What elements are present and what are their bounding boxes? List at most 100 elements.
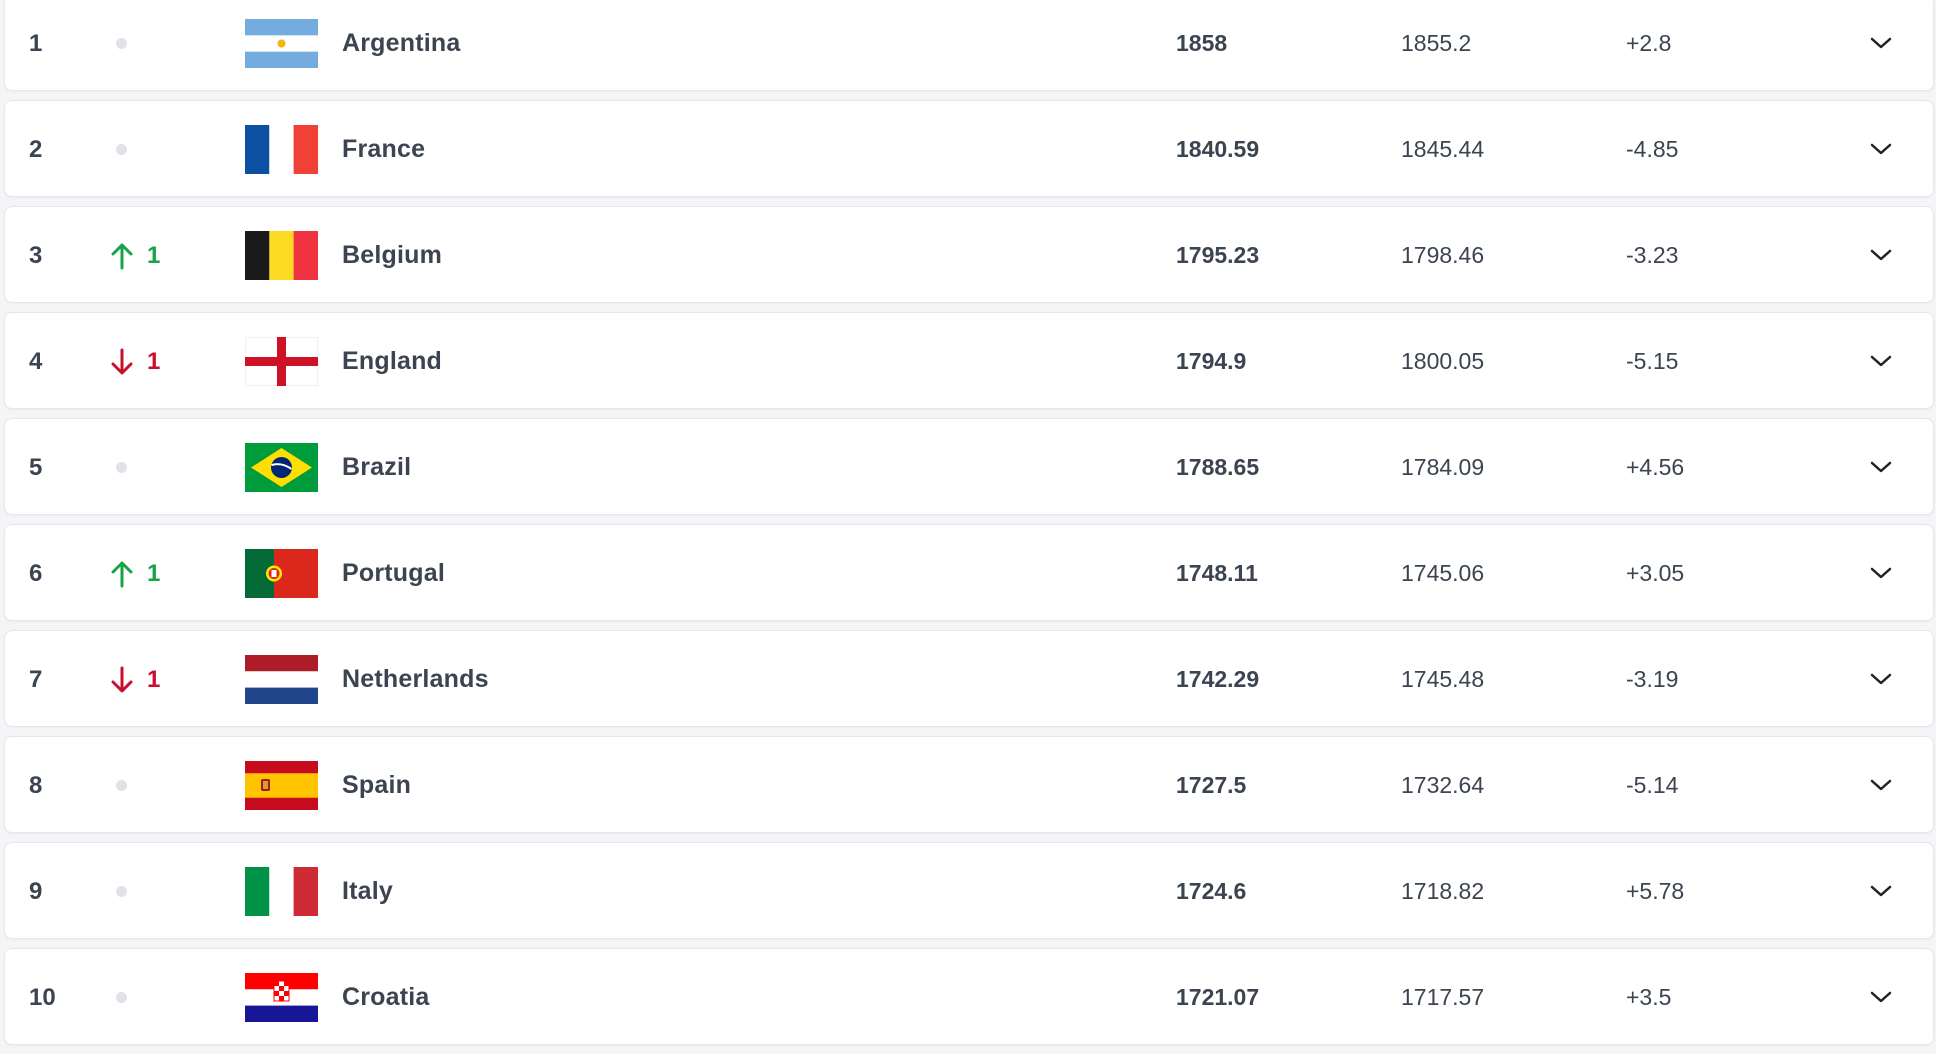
country-name[interactable]: England — [342, 313, 442, 410]
rank-number: 3 — [29, 242, 43, 269]
rank-number: 5 — [29, 454, 43, 481]
arrow-down-icon — [111, 666, 133, 692]
points-change: -4.85 — [1626, 136, 1679, 162]
points-change: +4.56 — [1626, 454, 1685, 480]
expand-button[interactable] — [1867, 771, 1895, 799]
previous-points: 1798.46 — [1401, 242, 1485, 268]
total-points: 1721.07 — [1176, 984, 1260, 1010]
ranking-row[interactable]: 3 1 Belgium 1795.23 1798.46 -3.23 — [4, 206, 1934, 303]
country-name[interactable]: Croatia — [342, 949, 430, 1046]
neutral-dot-icon — [116, 144, 127, 155]
ranking-row[interactable]: 5 Brazil 1788.65 1784.09 +4.56 — [4, 418, 1934, 515]
rank-number: 10 — [29, 984, 56, 1011]
country-name[interactable]: Spain — [342, 737, 411, 834]
total-points: 1794.9 — [1176, 348, 1247, 374]
expand-button[interactable] — [1867, 983, 1895, 1011]
country-name[interactable]: France — [342, 101, 425, 198]
france-flag-icon — [245, 125, 318, 174]
points-change: -3.19 — [1626, 666, 1679, 692]
points-change: +2.8 — [1626, 30, 1672, 56]
ranking-row[interactable]: 6 1 Portugal 1748.11 1745.06 +3.05 — [4, 524, 1934, 621]
previous-points: 1732.64 — [1401, 772, 1485, 798]
ranking-row[interactable]: 10 Croatia 1721.07 1717.57 +3.5 — [4, 948, 1934, 1045]
neutral-dot-icon — [116, 462, 127, 473]
movement-value: 1 — [147, 347, 161, 375]
rank-number: 1 — [29, 30, 43, 57]
rank-number: 4 — [29, 348, 43, 375]
ranking-row[interactable]: 9 Italy 1724.6 1718.82 +5.78 — [4, 842, 1934, 939]
chevron-down-icon — [1870, 249, 1892, 261]
total-points: 1748.11 — [1176, 560, 1258, 586]
total-points: 1788.65 — [1176, 454, 1260, 480]
points-change: -5.14 — [1626, 772, 1679, 798]
expand-button[interactable] — [1867, 29, 1895, 57]
total-points: 1742.29 — [1176, 666, 1260, 692]
rank-movement: 1 — [109, 313, 160, 410]
england-flag-icon — [245, 337, 318, 386]
country-name[interactable]: Netherlands — [342, 631, 489, 728]
chevron-down-icon — [1870, 143, 1892, 155]
rank-movement — [109, 419, 127, 516]
country-name[interactable]: Italy — [342, 843, 393, 940]
movement-value: 1 — [147, 241, 161, 269]
country-name[interactable]: Brazil — [342, 419, 411, 516]
ranking-row[interactable]: 8 Spain 1727.5 1732.64 -5.14 — [4, 736, 1934, 833]
rank-number: 2 — [29, 136, 43, 163]
italy-flag-icon — [245, 867, 318, 916]
croatia-flag-icon — [245, 973, 318, 1022]
rank-number: 6 — [29, 560, 43, 587]
previous-points: 1784.09 — [1401, 454, 1485, 480]
rank-movement — [109, 737, 127, 834]
rank-movement: 1 — [109, 207, 160, 304]
country-name[interactable]: Portugal — [342, 525, 445, 622]
rank-movement — [109, 0, 127, 92]
previous-points: 1717.57 — [1401, 984, 1485, 1010]
chevron-down-icon — [1870, 37, 1892, 49]
neutral-dot-icon — [116, 38, 127, 49]
argentina-flag-icon — [245, 19, 318, 68]
points-change: -3.23 — [1626, 242, 1679, 268]
points-change: +5.78 — [1626, 878, 1685, 904]
rank-movement: 1 — [109, 631, 160, 728]
expand-button[interactable] — [1867, 241, 1895, 269]
ranking-row[interactable]: 2 France 1840.59 1845.44 -4.85 — [4, 100, 1934, 197]
points-change: -5.15 — [1626, 348, 1679, 374]
ranking-row[interactable]: 7 1 Netherlands 1742.29 1745.48 -3.19 — [4, 630, 1934, 727]
chevron-down-icon — [1870, 991, 1892, 1003]
expand-button[interactable] — [1867, 665, 1895, 693]
movement-value: 1 — [147, 665, 161, 693]
belgium-flag-icon — [245, 231, 318, 280]
arrow-down-icon — [111, 348, 133, 374]
country-name[interactable]: Argentina — [342, 0, 460, 92]
arrow-up-icon — [111, 243, 133, 269]
rank-movement — [109, 843, 127, 940]
points-change: +3.5 — [1626, 984, 1672, 1010]
expand-button[interactable] — [1867, 135, 1895, 163]
neutral-dot-icon — [116, 992, 127, 1003]
chevron-down-icon — [1870, 355, 1892, 367]
rank-movement — [109, 101, 127, 198]
rank-number: 8 — [29, 772, 43, 799]
movement-value: 1 — [147, 559, 161, 587]
rank-number: 9 — [29, 878, 43, 905]
expand-button[interactable] — [1867, 453, 1895, 481]
previous-points: 1855.2 — [1401, 30, 1472, 56]
rank-number: 7 — [29, 666, 43, 693]
total-points: 1840.59 — [1176, 136, 1260, 162]
expand-button[interactable] — [1867, 559, 1895, 587]
chevron-down-icon — [1870, 885, 1892, 897]
ranking-row[interactable]: 1 Argentina 1858 1855.2 +2.8 — [4, 0, 1934, 91]
expand-button[interactable] — [1867, 347, 1895, 375]
previous-points: 1800.05 — [1401, 348, 1485, 374]
country-name[interactable]: Belgium — [342, 207, 442, 304]
ranking-row[interactable]: 4 1 England 1794.9 1800.05 -5.15 — [4, 312, 1934, 409]
previous-points: 1718.82 — [1401, 878, 1485, 904]
neutral-dot-icon — [116, 886, 127, 897]
chevron-down-icon — [1870, 567, 1892, 579]
netherlands-flag-icon — [245, 655, 318, 704]
rank-movement — [109, 949, 127, 1046]
brazil-flag-icon — [245, 443, 318, 492]
previous-points: 1845.44 — [1401, 136, 1485, 162]
expand-button[interactable] — [1867, 877, 1895, 905]
previous-points: 1745.06 — [1401, 560, 1485, 586]
